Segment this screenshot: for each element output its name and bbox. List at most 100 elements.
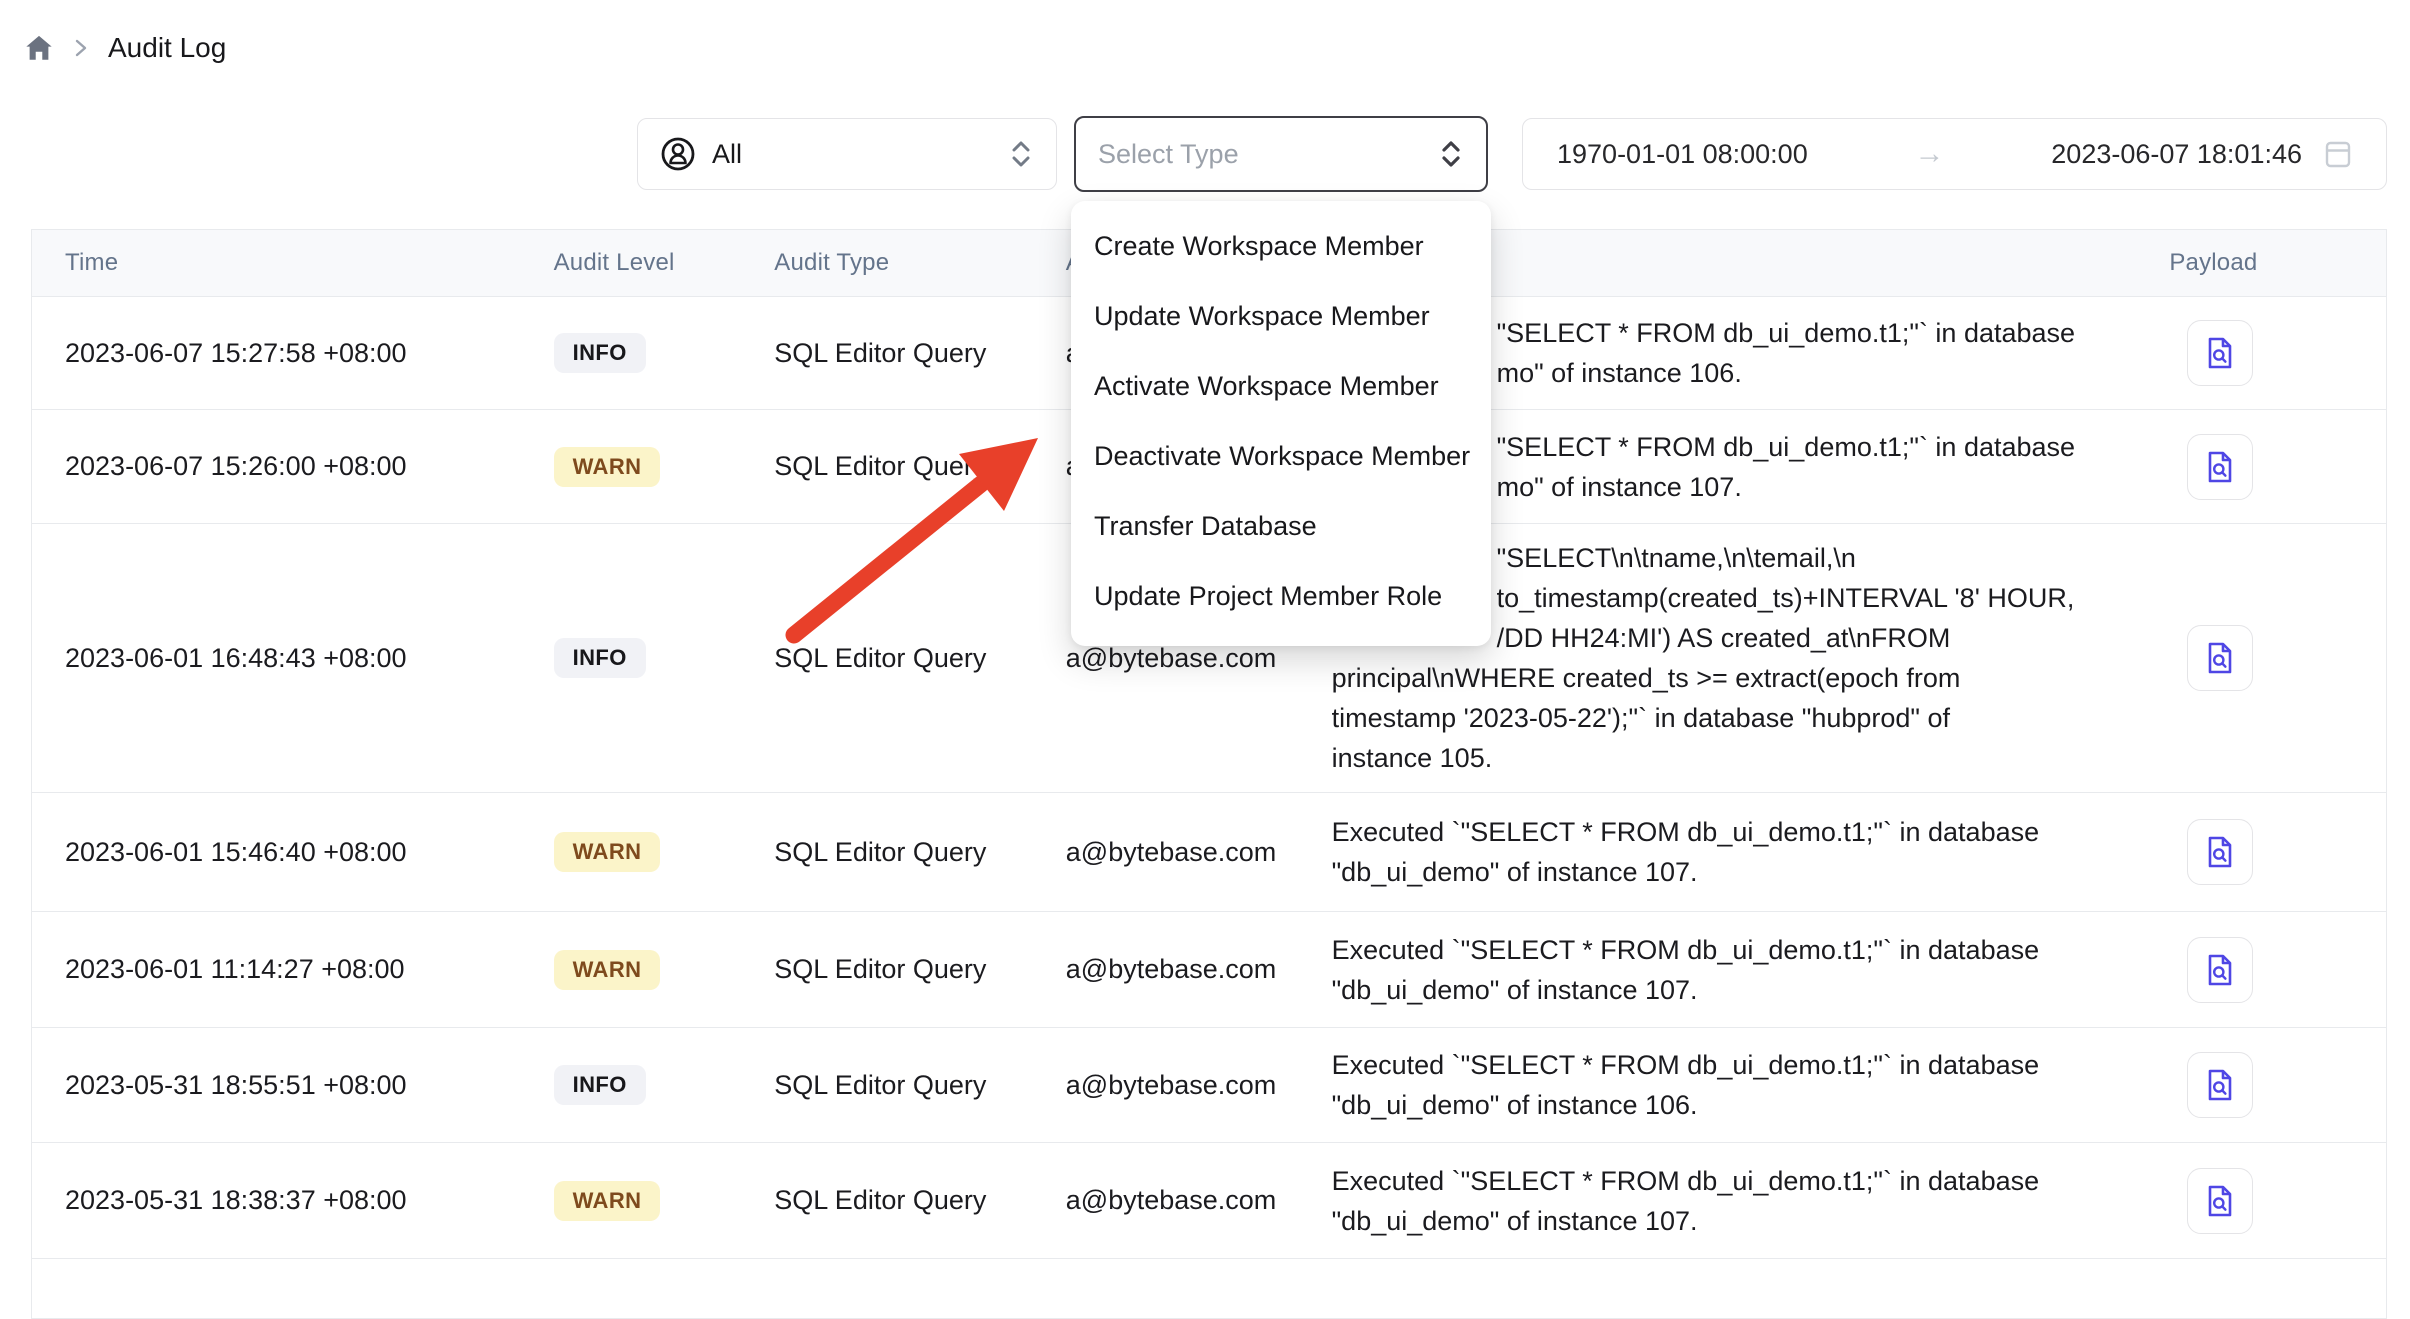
- payload-file-search-icon: [2202, 335, 2238, 371]
- date-range-end[interactable]: 2023-06-07 18:01:46: [2051, 139, 2302, 170]
- cell-time: 2023-05-31 18:38:37 +08:00: [32, 1143, 554, 1259]
- cell-audit-level: INFO: [554, 1028, 775, 1143]
- comment-line: "db_ui_demo" of instance 106.: [1332, 1085, 2170, 1125]
- payload-view-button[interactable]: [2187, 434, 2253, 500]
- annotation-arrow-icon: [770, 423, 1060, 653]
- page-title: Audit Log: [108, 32, 226, 64]
- table-row: 2023-06-01 11:14:27 +08:00WARNSQL Editor…: [32, 912, 2386, 1028]
- table-row: 2023-05-31 18:55:51 +08:00INFO SQL Editor…: [32, 1028, 2386, 1143]
- audit-level-badge: INFO: [554, 333, 646, 373]
- type-filter-select[interactable]: Select Type: [1074, 116, 1488, 192]
- cell-actor: a@bytebase.com: [1066, 793, 1332, 912]
- table-row: [32, 1259, 2386, 1319]
- cell-payload: [2169, 793, 2386, 912]
- cell-comment: Executed `"SELECT * FROM db_ui_demo.t1;"…: [1332, 912, 2170, 1028]
- cell-audit-type: SQL Editor Query: [774, 1028, 1065, 1143]
- cell-payload: [2169, 1259, 2386, 1319]
- cell-time: [32, 1259, 554, 1319]
- cell-actor: a@bytebase.com: [1066, 1143, 1332, 1259]
- payload-view-button[interactable]: [2187, 320, 2253, 386]
- header-audit-level: Audit Level: [554, 230, 775, 297]
- cell-audit-level: WARN: [554, 410, 775, 524]
- cell-comment: Executed `"SELECT * FROM db_ui_demo.t1;"…: [1332, 1143, 2170, 1259]
- cell-audit-level: [554, 1259, 775, 1319]
- payload-view-button[interactable]: [2187, 625, 2253, 691]
- actor-filter-value: All: [712, 139, 742, 170]
- dropdown-item[interactable]: Transfer Database: [1071, 491, 1491, 561]
- chevron-updown-icon: [1008, 139, 1034, 169]
- cell-payload: [2169, 297, 2386, 410]
- cell-actor: [1066, 1259, 1332, 1319]
- cell-time: 2023-06-07 15:27:58 +08:00: [32, 297, 554, 410]
- person-circle-icon: [660, 136, 696, 172]
- audit-level-badge: WARN: [554, 950, 661, 990]
- filter-bar: All Select Type 1970-01-01 08:00:00 → 20…: [637, 116, 2387, 192]
- cell-time: 2023-06-07 15:26:00 +08:00: [32, 410, 554, 524]
- date-range-start[interactable]: 1970-01-01 08:00:00: [1557, 139, 1808, 170]
- comment-line: instance 105.: [1332, 738, 2170, 778]
- comment-line: Executed `"SELECT * FROM db_ui_demo.t1;"…: [1332, 1045, 2170, 1085]
- dropdown-item[interactable]: Update Workspace Member: [1071, 281, 1491, 351]
- cell-payload: [2169, 912, 2386, 1028]
- payload-file-search-icon: [2202, 640, 2238, 676]
- comment-line: Executed `"SELECT * FROM db_ui_demo.t1;"…: [1332, 812, 2170, 852]
- comment-line: principal\nWHERE created_ts >= extract(e…: [1332, 658, 2170, 698]
- cell-audit-level: INFO: [554, 297, 775, 410]
- table-row: 2023-06-01 15:46:40 +08:00WARN SQL Editor…: [32, 793, 2386, 912]
- cell-payload: [2169, 410, 2386, 524]
- cell-audit-level: WARN: [554, 793, 775, 912]
- audit-level-badge: WARN: [554, 832, 661, 872]
- cell-comment: Executed `"SELECT * FROM db_ui_demo.t1;"…: [1332, 793, 2170, 912]
- payload-file-search-icon: [2202, 834, 2238, 870]
- dropdown-item[interactable]: Activate Workspace Member: [1071, 351, 1491, 421]
- dropdown-item[interactable]: Create Workspace Member: [1071, 211, 1491, 281]
- calendar-icon[interactable]: [2324, 139, 2352, 169]
- header-audit-type: Audit Type: [774, 230, 1065, 297]
- comment-line: Executed `"SELECT * FROM db_ui_demo.t1;"…: [1332, 930, 2170, 970]
- cell-time: 2023-06-01 16:48:43 +08:00: [32, 524, 554, 793]
- cell-audit-level: WARN: [554, 912, 775, 1028]
- cell-audit-level: INFO: [554, 524, 775, 793]
- dropdown-item[interactable]: Deactivate Workspace Member: [1071, 421, 1491, 491]
- payload-file-search-icon: [2202, 952, 2238, 988]
- comment-line: timestamp '2023-05-22');"` in database "…: [1332, 698, 2170, 738]
- arrow-right-icon: →: [1915, 137, 1945, 171]
- cell-payload: [2169, 1143, 2386, 1259]
- cell-time: 2023-05-31 18:55:51 +08:00: [32, 1028, 554, 1143]
- chevron-updown-icon: [1438, 139, 1464, 169]
- cell-time: 2023-06-01 11:14:27 +08:00: [32, 912, 554, 1028]
- cell-actor: a@bytebase.com: [1066, 1028, 1332, 1143]
- cell-audit-type: SQL Editor Query: [774, 1143, 1065, 1259]
- comment-line: "db_ui_demo" of instance 107.: [1332, 852, 2170, 892]
- header-time: Time: [32, 230, 554, 297]
- comment-line: "db_ui_demo" of instance 107.: [1332, 970, 2170, 1010]
- audit-level-badge: WARN: [554, 1181, 661, 1221]
- cell-audit-type: SQL Editor Query: [774, 297, 1065, 410]
- cell-payload: [2169, 524, 2386, 793]
- audit-level-badge: INFO: [554, 1065, 646, 1105]
- type-dropdown-menu: Create Workspace MemberUpdate Workspace …: [1071, 201, 1491, 646]
- actor-filter-select[interactable]: All: [637, 118, 1057, 190]
- cell-audit-type: SQL Editor Query: [774, 793, 1065, 912]
- chevron-right-icon: [74, 38, 88, 58]
- table-row: 2023-05-31 18:38:37 +08:00WARN SQL Editor…: [32, 1143, 2386, 1259]
- dropdown-item[interactable]: Update Project Member Role: [1071, 561, 1491, 631]
- audit-level-badge: WARN: [554, 447, 661, 487]
- header-payload: Payload: [2169, 230, 2386, 297]
- payload-file-search-icon: [2202, 449, 2238, 485]
- cell-payload: [2169, 1028, 2386, 1143]
- breadcrumb: Audit Log: [24, 24, 226, 72]
- cell-comment: [1332, 1259, 2170, 1319]
- home-icon[interactable]: [24, 33, 54, 63]
- audit-level-badge: INFO: [554, 638, 646, 678]
- payload-view-button[interactable]: [2187, 1168, 2253, 1234]
- payload-view-button[interactable]: [2187, 1052, 2253, 1118]
- cell-actor: a@bytebase.com: [1066, 912, 1332, 1028]
- comment-line: "db_ui_demo" of instance 107.: [1332, 1201, 2170, 1241]
- payload-view-button[interactable]: [2187, 937, 2253, 1003]
- payload-file-search-icon: [2202, 1183, 2238, 1219]
- cell-time: 2023-06-01 15:46:40 +08:00: [32, 793, 554, 912]
- date-range-picker[interactable]: 1970-01-01 08:00:00 → 2023-06-07 18:01:4…: [1522, 118, 2387, 190]
- type-filter-placeholder: Select Type: [1098, 139, 1239, 170]
- payload-view-button[interactable]: [2187, 819, 2253, 885]
